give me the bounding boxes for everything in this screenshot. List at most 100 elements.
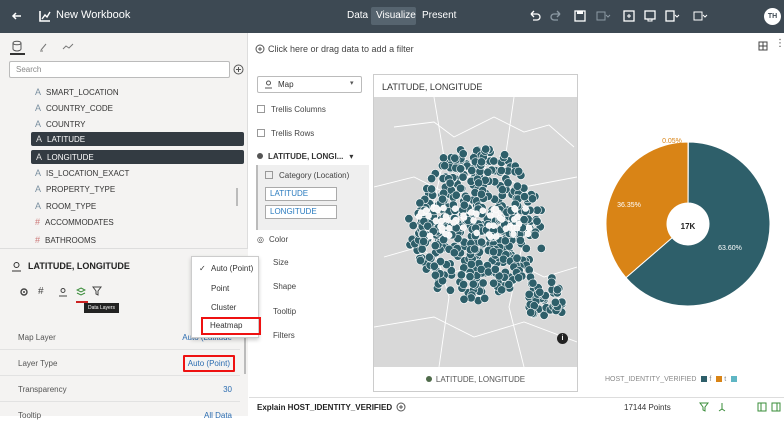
map-canvas[interactable] bbox=[374, 97, 577, 367]
layer-header[interactable]: LATITUDE, LONGI...▾ bbox=[257, 152, 353, 161]
map-point bbox=[443, 231, 449, 237]
map-point bbox=[531, 231, 539, 239]
map-point bbox=[433, 205, 439, 211]
field-latitude[interactable]: ALATITUDE bbox=[31, 132, 244, 146]
pill-latitude[interactable]: LATITUDE bbox=[265, 187, 337, 201]
active-tab-indicator bbox=[10, 53, 25, 55]
number-format-icon[interactable]: # bbox=[38, 286, 44, 297]
info-icon[interactable]: i bbox=[557, 333, 568, 344]
export-dropdown-icon[interactable] bbox=[664, 8, 680, 24]
fields-scrollbar[interactable] bbox=[236, 188, 238, 206]
pill-label: LONGITUDE bbox=[270, 207, 317, 216]
map-point bbox=[460, 225, 466, 231]
map-point bbox=[470, 245, 478, 253]
tooltip-drop[interactable]: Tooltip bbox=[273, 307, 296, 316]
map-point bbox=[427, 174, 435, 182]
more-options-icon[interactable]: ⋮ bbox=[775, 38, 784, 49]
add-explain-icon[interactable] bbox=[396, 402, 406, 412]
tooltip-label: Tooltip bbox=[273, 307, 296, 316]
filter-settings-icon[interactable] bbox=[757, 40, 769, 52]
layer-type-value[interactable]: Auto (Point) bbox=[183, 355, 235, 372]
map-settings-icon[interactable] bbox=[58, 287, 68, 297]
undo-icon[interactable] bbox=[526, 8, 542, 24]
field-bathrooms[interactable]: #BATHROOMS bbox=[35, 233, 96, 247]
size-label: Size bbox=[273, 258, 289, 267]
pill-longitude[interactable]: LONGITUDE bbox=[265, 205, 337, 219]
add-data-icon[interactable] bbox=[233, 64, 244, 75]
field-country[interactable]: ACOUNTRY bbox=[35, 117, 85, 131]
map-border bbox=[374, 317, 577, 342]
map-point bbox=[466, 272, 474, 280]
map-point bbox=[423, 207, 429, 213]
search-input[interactable]: Search bbox=[9, 61, 230, 78]
map-point bbox=[516, 236, 524, 244]
save-icon[interactable] bbox=[572, 8, 588, 24]
filter-placeholder[interactable]: Click here or drag data to add a filter bbox=[268, 44, 414, 54]
map-point bbox=[493, 234, 499, 240]
field-smart-location[interactable]: ASMART_LOCATION bbox=[35, 85, 119, 99]
layout-dropdown-icon[interactable] bbox=[595, 8, 611, 24]
filter-icon[interactable] bbox=[92, 286, 102, 296]
grammar-toggle-icon[interactable] bbox=[757, 402, 767, 412]
redo-icon[interactable] bbox=[549, 8, 565, 24]
field-room-type[interactable]: AROOM_TYPE bbox=[35, 199, 96, 213]
viz-type-select[interactable]: Map ▾ bbox=[257, 76, 362, 93]
narrative-icon[interactable] bbox=[642, 8, 658, 24]
category-location-drop[interactable]: Category (Location) LATITUDE LONGITUDE bbox=[256, 165, 369, 230]
tab-present[interactable]: Present bbox=[422, 10, 456, 21]
map-title: LATITUDE, LONGITUDE bbox=[382, 82, 482, 92]
filter-bar[interactable]: Click here or drag data to add a filter … bbox=[249, 33, 784, 65]
explain-button[interactable]: Explain HOST_IDENTITY_VERIFIED bbox=[257, 403, 392, 412]
filters-drop[interactable]: Filters bbox=[273, 331, 295, 340]
field-country-code[interactable]: ACOUNTRY_CODE bbox=[35, 101, 113, 115]
brush-icon[interactable] bbox=[38, 41, 50, 53]
gear-icon[interactable] bbox=[19, 287, 29, 297]
trellis-columns-label: Trellis Columns bbox=[271, 105, 326, 114]
prop-row-transparency[interactable]: Transparency30 bbox=[0, 376, 240, 402]
map-point bbox=[500, 151, 508, 159]
map-point bbox=[459, 150, 467, 158]
color-drop[interactable]: ◎Color bbox=[257, 235, 288, 244]
map-point bbox=[536, 288, 544, 296]
data-layers-icon[interactable] bbox=[76, 287, 86, 297]
trellis-rows-drop[interactable]: Trellis Rows bbox=[257, 129, 314, 138]
map-visualization[interactable]: LATITUDE, LONGITUDE i LATITUDE, LONGITUD… bbox=[373, 74, 578, 392]
donut-chart[interactable]: 17K 63.60% 36.35% 0.05% bbox=[580, 74, 784, 364]
map-point bbox=[477, 190, 485, 198]
prop-row-tooltip[interactable]: TooltipAll Data bbox=[0, 402, 240, 428]
field-is-location-exact[interactable]: AIS_LOCATION_EXACT bbox=[35, 166, 129, 180]
pill-label: LATITUDE bbox=[270, 189, 308, 198]
map-point bbox=[491, 265, 499, 273]
field-label: LONGITUDE bbox=[47, 153, 94, 162]
add-filter-icon[interactable] bbox=[255, 44, 265, 54]
prop-value[interactable]: 30 bbox=[223, 385, 232, 394]
location-icon bbox=[11, 261, 22, 272]
map-point bbox=[431, 242, 439, 250]
data-source-icon[interactable] bbox=[11, 40, 23, 52]
tab-visualize[interactable]: Visualize bbox=[376, 10, 416, 21]
pie-visualization[interactable]: 17K 63.60% 36.35% 0.05% HOST_IDENTITY_VE… bbox=[580, 74, 784, 392]
map-point bbox=[514, 167, 522, 175]
size-drop[interactable]: Size bbox=[273, 258, 289, 267]
data-panel-toggle-icon[interactable] bbox=[771, 402, 781, 412]
user-avatar[interactable]: TH bbox=[764, 8, 781, 25]
map-point bbox=[427, 185, 435, 193]
map-svg bbox=[374, 97, 577, 367]
field-label: COUNTRY_CODE bbox=[46, 104, 113, 113]
trellis-columns-drop[interactable]: Trellis Columns bbox=[257, 105, 326, 114]
analytics-icon[interactable] bbox=[62, 41, 74, 53]
menu-dropdown-icon[interactable] bbox=[692, 8, 708, 24]
field-accommodates[interactable]: #ACCOMMODATES bbox=[35, 215, 114, 229]
back-arrow-icon[interactable] bbox=[9, 8, 25, 24]
tab-data[interactable]: Data bbox=[347, 10, 368, 21]
field-property-type[interactable]: APROPERTY_TYPE bbox=[35, 182, 115, 196]
field-longitude[interactable]: ALONGITUDE bbox=[31, 150, 244, 164]
shape-drop[interactable]: Shape bbox=[273, 282, 296, 291]
filter-toggle-icon[interactable] bbox=[699, 402, 709, 412]
map-point bbox=[459, 280, 467, 288]
map-point bbox=[529, 279, 537, 287]
attribute-icon: A bbox=[35, 184, 41, 194]
pin-icon[interactable] bbox=[717, 402, 727, 412]
add-visualization-icon[interactable] bbox=[621, 8, 637, 24]
prop-row-layer-type[interactable]: Layer Type Auto (Point) bbox=[0, 350, 240, 376]
